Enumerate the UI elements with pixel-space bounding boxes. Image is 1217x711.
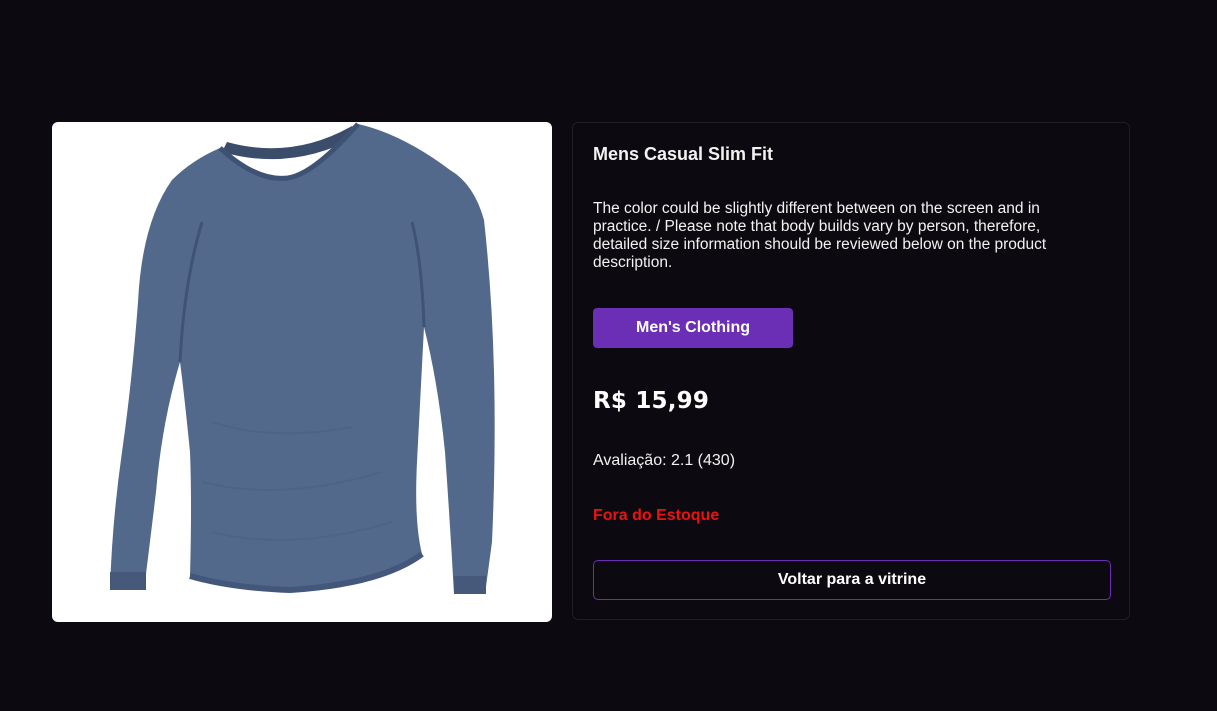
product-description: The color could be slightly different be… bbox=[593, 200, 1047, 271]
stock-status: Fora do Estoque bbox=[593, 507, 720, 524]
category-button[interactable]: Men's Clothing bbox=[593, 308, 793, 348]
product-image bbox=[52, 122, 552, 622]
product-rating: Avaliação: 2.1 (430) bbox=[593, 452, 736, 469]
product-price: R$ 15,99 bbox=[593, 388, 710, 414]
product-title: Mens Casual Slim Fit bbox=[593, 144, 774, 164]
shirt-photo-icon bbox=[110, 122, 495, 594]
product-details-card: Mens Casual Slim Fit The color could be … bbox=[572, 122, 1130, 620]
back-to-store-button[interactable]: Voltar para a vitrine bbox=[593, 560, 1111, 600]
